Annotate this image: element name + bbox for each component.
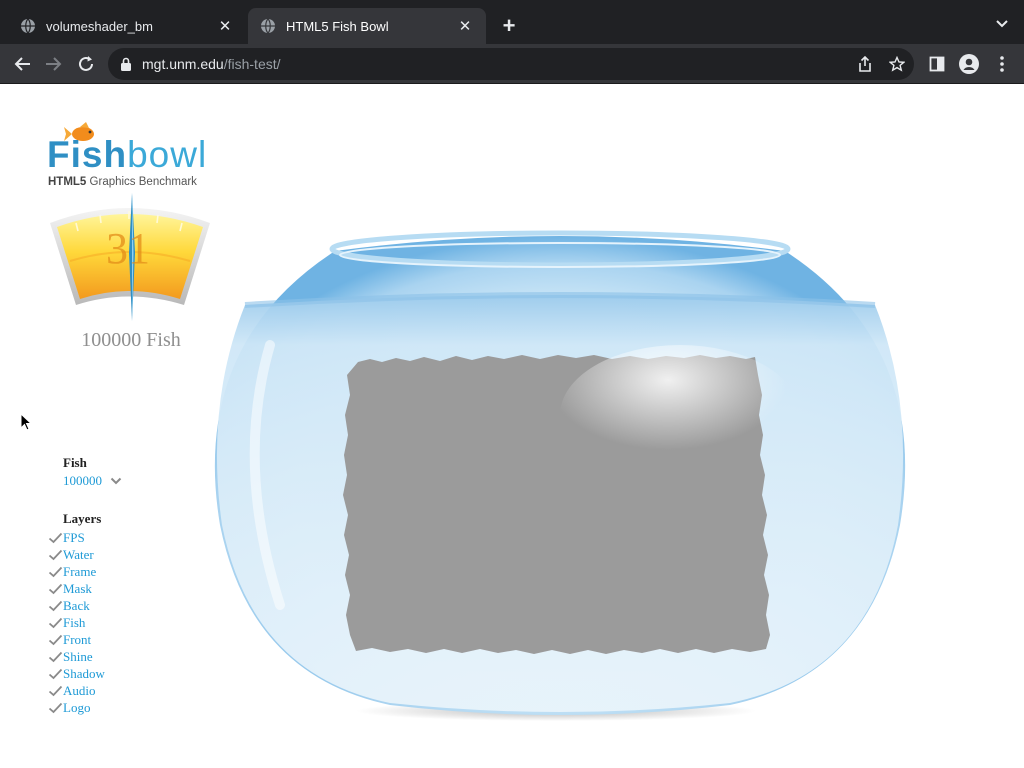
layer-toggle-fish[interactable]: Fish: [48, 614, 122, 631]
checkmark-icon: [48, 549, 63, 560]
layer-toggle-water[interactable]: Water: [48, 546, 122, 563]
layer-toggle-front[interactable]: Front: [48, 631, 122, 648]
checkmark-icon: [48, 651, 63, 662]
side-panel-icon[interactable]: [927, 54, 947, 74]
new-tab-button[interactable]: +: [496, 13, 522, 39]
browser-toolbar: mgt.unm.edu/fish-test/: [0, 44, 1024, 84]
layers-heading: Layers: [63, 511, 102, 526]
checkmark-icon: [48, 617, 63, 628]
controls-panel: Fish 100000 Layers FPS Water Frame Mask Back…: [48, 455, 122, 716]
layer-label: Logo: [63, 699, 91, 715]
back-arrow-icon[interactable]: [10, 52, 34, 76]
layer-label: Shadow: [63, 665, 105, 681]
layer-label: FPS: [63, 529, 85, 545]
globe-icon: [21, 18, 35, 34]
layer-toggle-frame[interactable]: Frame: [48, 563, 122, 580]
layers-list: FPS Water Frame Mask Back Fish Front Shine Shado…: [48, 529, 122, 716]
checkmark-icon: [48, 685, 63, 696]
logo-wordmark: Fishbowl: [47, 134, 207, 176]
layer-label: Shine: [63, 648, 93, 664]
layer-label: Water: [63, 546, 94, 562]
profile-avatar-icon[interactable]: [959, 54, 979, 74]
fish-count-select-value: 100000: [63, 473, 102, 488]
tab-strip: volumeshader_bm ✕ HTML5 Fish Bowl ✕ +: [0, 0, 1024, 44]
bowl-shine: [560, 345, 800, 485]
share-icon[interactable]: [856, 55, 874, 73]
layer-toggle-audio[interactable]: Audio: [48, 682, 122, 699]
layer-label: Audio: [63, 682, 96, 698]
logo-word-fish: Fish: [47, 134, 128, 175]
checkmark-icon: [48, 668, 63, 679]
checkmark-icon: [48, 566, 63, 577]
layer-label: Frame: [63, 563, 97, 579]
tab-search-chevron-icon[interactable]: [992, 14, 1012, 34]
bookmark-star-icon[interactable]: [888, 55, 906, 73]
layer-label: Mask: [63, 580, 92, 596]
url-host: mgt.unm.edu: [142, 56, 224, 72]
url-path: /fish-test/: [223, 56, 281, 72]
checkmark-icon: [48, 583, 63, 594]
layer-toggle-shine[interactable]: Shine: [48, 648, 122, 665]
fish-bowl-canvas: [214, 230, 906, 721]
more-menu-icon[interactable]: [992, 54, 1012, 74]
logo-word-bowl: bowl: [127, 134, 208, 175]
forward-arrow-icon[interactable]: [42, 52, 66, 76]
mouse-cursor-icon: [20, 413, 32, 431]
tab-title: volumeshader_bm: [46, 18, 153, 34]
layer-toggle-logo[interactable]: Logo: [48, 699, 122, 716]
fish-count-label: 100000 Fish: [81, 329, 181, 351]
layer-toggle-fps[interactable]: FPS: [48, 529, 122, 546]
checkmark-icon: [48, 702, 63, 713]
lock-icon[interactable]: [120, 57, 132, 71]
logo-subtitle-rest: Graphics Benchmark: [86, 176, 197, 188]
reload-icon[interactable]: [74, 52, 98, 76]
globe-icon: [261, 18, 275, 34]
checkmark-icon: [48, 532, 63, 543]
logo-subtitle-html5: HTML5: [48, 176, 87, 188]
tab-fish-bowl[interactable]: HTML5 Fish Bowl ✕: [248, 8, 486, 44]
fishbowl-logo: Fishbowl HTML5 Graphics Benchmark: [47, 122, 227, 192]
tab-volumeshader[interactable]: volumeshader_bm ✕: [8, 8, 246, 44]
fps-gauge: 31: [48, 193, 214, 323]
close-icon[interactable]: ✕: [216, 17, 234, 35]
fish-heading: Fish: [63, 455, 87, 470]
address-bar[interactable]: mgt.unm.edu/fish-test/: [108, 48, 914, 80]
layer-label: Front: [63, 631, 92, 647]
layer-label: Fish: [63, 614, 86, 630]
close-icon[interactable]: ✕: [456, 17, 474, 35]
checkmark-icon: [48, 600, 63, 611]
layer-toggle-mask[interactable]: Mask: [48, 580, 122, 597]
layer-label: Back: [63, 597, 90, 613]
fps-value: 31: [106, 224, 150, 273]
page-content: Fishbowl HTML5 Graphics Benchmark 31 100…: [0, 85, 1024, 768]
url-text: mgt.unm.edu/fish-test/: [142, 56, 281, 72]
layer-toggle-shadow[interactable]: Shadow: [48, 665, 122, 682]
layer-toggle-back[interactable]: Back: [48, 597, 122, 614]
checkmark-icon: [48, 634, 63, 645]
fish-count-select[interactable]: 100000: [48, 473, 122, 489]
logo-subtitle: HTML5 Graphics Benchmark: [48, 176, 197, 188]
tab-title: HTML5 Fish Bowl: [286, 18, 389, 34]
chevron-down-icon: [110, 477, 122, 485]
